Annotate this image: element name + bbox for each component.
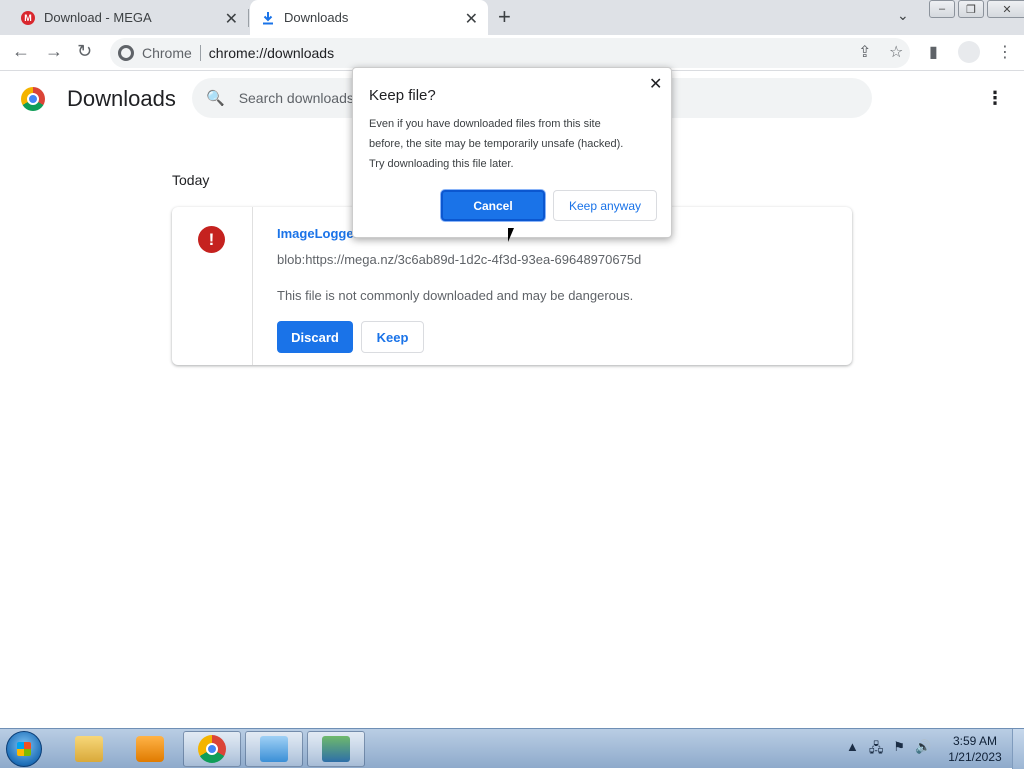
- date-section-heading: Today: [172, 172, 210, 188]
- system-tray: ▲ 🖧 ⚑ 🔊: [846, 739, 931, 761]
- taskbar-clock[interactable]: 3:59 AM 1/21/2023: [940, 733, 1010, 765]
- bookmark-star-icon[interactable]: ☆: [889, 42, 903, 62]
- tab-downloads[interactable]: Downloads ✕: [250, 0, 488, 35]
- tab-title: Download - MEGA: [44, 10, 152, 25]
- new-tab-button[interactable]: +: [498, 4, 511, 30]
- dialog-message-line: Try downloading this file later.: [369, 158, 514, 170]
- tab-mega-download[interactable]: M Download - MEGA ✕: [0, 0, 248, 35]
- start-button[interactable]: [6, 731, 42, 767]
- close-icon[interactable]: ✕: [649, 74, 662, 94]
- forward-arrow-icon[interactable]: →: [45, 41, 63, 62]
- keep-anyway-button[interactable]: Keep anyway: [553, 190, 657, 221]
- back-arrow-icon[interactable]: ←: [12, 41, 30, 62]
- search-icon: 🔍: [206, 90, 225, 107]
- keep-button[interactable]: Keep: [361, 321, 424, 353]
- cancel-button[interactable]: Cancel: [441, 190, 545, 221]
- file-icon-column: !: [172, 207, 253, 365]
- close-icon[interactable]: ✕: [225, 9, 238, 29]
- file-source-url: blob:https://mega.nz/3c6ab89d-1d2c-4f3d-…: [277, 252, 642, 267]
- file-name-link[interactable]: ImageLogger: [277, 226, 359, 241]
- profile-avatar-icon[interactable]: [958, 41, 980, 63]
- show-hidden-icons-chevron-icon[interactable]: ▲: [846, 739, 859, 761]
- more-actions-icon[interactable]: ⋮: [986, 88, 1004, 109]
- chrome-icon: [198, 735, 226, 763]
- mega-icon: M: [20, 10, 36, 26]
- taskbar-chrome[interactable]: [183, 731, 241, 767]
- browser-toolbar: ← → ↻ Chrome chrome://downloads ⇪ ☆ ▮ ⋮: [0, 35, 1024, 71]
- tab-divider: [248, 9, 249, 27]
- media-player-icon: [136, 736, 164, 762]
- download-icon: [260, 10, 276, 26]
- tab-strip: M Download - MEGA ✕ Downloads ✕ + ⌄ – ❐ …: [0, 0, 1024, 35]
- minimize-button[interactable]: –: [929, 0, 955, 18]
- restore-button[interactable]: ❐: [958, 0, 984, 18]
- mouse-cursor-icon: [508, 228, 514, 242]
- dialog-message-line: Even if you have downloaded files from t…: [369, 118, 601, 130]
- taskbar-monitor-app[interactable]: [307, 731, 365, 767]
- chrome-logo-icon: [21, 87, 45, 111]
- tab-title: Downloads: [284, 10, 349, 25]
- clock-time: 3:59 AM: [952, 734, 998, 748]
- search-placeholder: Search downloads: [238, 90, 354, 106]
- site-chip[interactable]: Chrome: [110, 45, 192, 61]
- dialog-message: Even if you have downloaded files from t…: [369, 114, 659, 174]
- side-panel-icon[interactable]: ▮: [929, 42, 938, 62]
- omnibox-divider: [199, 45, 201, 61]
- menu-kebab-icon[interactable]: ⋮: [997, 42, 1013, 62]
- dialog-message-line: before, the site may be temporarily unsa…: [369, 138, 624, 150]
- window-controls: – ❐ ✕: [926, 0, 1024, 18]
- dangerous-file-warning: This file is not commonly downloaded and…: [277, 288, 634, 303]
- url-text[interactable]: chrome://downloads: [209, 45, 334, 61]
- keep-file-dialog: Keep file? ✕ Even if you have downloaded…: [352, 67, 672, 238]
- close-icon[interactable]: ✕: [465, 9, 478, 29]
- monitor-app-icon: [322, 736, 350, 762]
- reload-icon[interactable]: ↻: [77, 41, 92, 62]
- danger-warning-icon: !: [198, 226, 225, 253]
- folder-icon: [75, 736, 103, 762]
- taskbar-media-player[interactable]: [121, 731, 179, 767]
- dialog-title: Keep file?: [369, 87, 436, 104]
- taskbar-explorer[interactable]: [60, 731, 118, 767]
- tab-search-chevron-icon[interactable]: ⌄: [897, 7, 909, 24]
- site-label: Chrome: [142, 45, 192, 61]
- show-desktop-button[interactable]: [1012, 729, 1024, 769]
- control-panel-icon: [260, 736, 288, 762]
- address-bar[interactable]: Chrome chrome://downloads: [110, 38, 910, 68]
- volume-icon[interactable]: 🔊: [915, 739, 931, 761]
- share-icon[interactable]: ⇪: [858, 42, 871, 62]
- network-icon[interactable]: 🖧: [869, 739, 884, 761]
- chrome-site-icon: [118, 45, 134, 61]
- close-window-button[interactable]: ✕: [987, 0, 1024, 18]
- taskbar-control-panel[interactable]: [245, 731, 303, 767]
- page-title: Downloads: [67, 86, 176, 111]
- clock-date: 1/21/2023: [948, 750, 1002, 764]
- action-center-flag-icon[interactable]: ⚑: [893, 739, 905, 761]
- windows-taskbar: ▲ 🖧 ⚑ 🔊 3:59 AM 1/21/2023: [0, 728, 1024, 769]
- discard-button[interactable]: Discard: [277, 321, 353, 353]
